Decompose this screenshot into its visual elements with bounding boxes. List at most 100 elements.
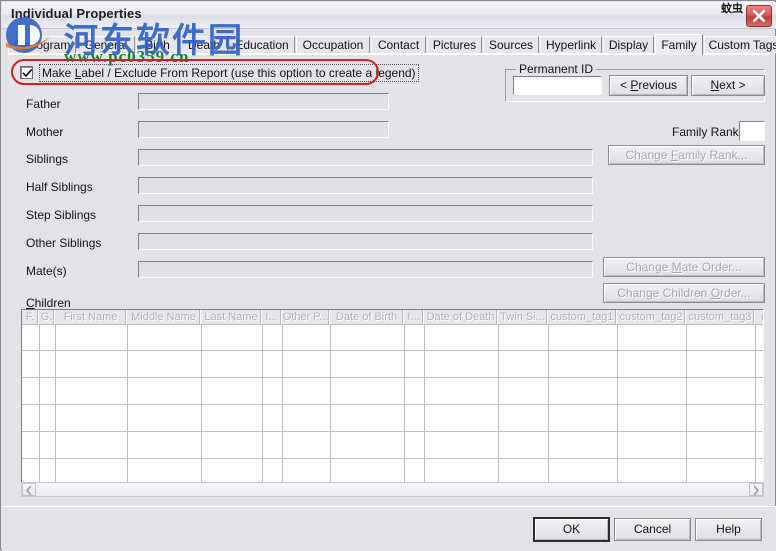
- make-label-suffix: abel / Exclude From Report (use this opt…: [81, 66, 416, 80]
- half-siblings-label: Half Siblings: [26, 180, 93, 194]
- previous-button[interactable]: < Previous: [609, 75, 688, 96]
- column-header-custom-tag3[interactable]: custom_tag3: [686, 310, 755, 325]
- scroll-right-button[interactable]: [749, 483, 763, 496]
- permanent-id-group-title: Permanent ID: [516, 62, 597, 76]
- next-accel: N: [710, 78, 720, 92]
- table-row[interactable]: [22, 433, 763, 459]
- tab-birth[interactable]: Birth: [136, 36, 179, 53]
- children-group-label: Children: [26, 296, 71, 310]
- chevron-right-icon: [750, 485, 762, 500]
- grid-divider: [617, 325, 618, 484]
- column-header-first-name[interactable]: First Name: [55, 310, 127, 325]
- column-header-middle-name[interactable]: Middle Name: [127, 310, 201, 325]
- grid-divider: [424, 325, 425, 484]
- individual-properties-dialog: Individual Properties 蚊虫 Genogram Genera…: [0, 0, 776, 551]
- column-header-other-p[interactable]: Other P...: [282, 310, 330, 325]
- change-children-order-accel: O: [710, 286, 721, 300]
- change-mate-order-accel: M: [671, 260, 682, 274]
- dialog-button-bar: OK Cancel Help: [2, 506, 776, 551]
- change-mate-order-button[interactable]: Change Mate Order...: [603, 257, 765, 277]
- tab-education[interactable]: Education: [229, 36, 295, 53]
- column-header-custom-tag1[interactable]: custom_tag1: [548, 310, 617, 325]
- grid-divider: [498, 325, 499, 484]
- mates-field[interactable]: [138, 261, 593, 278]
- tab-genogram[interactable]: Genogram: [8, 36, 76, 53]
- column-header-twin-si[interactable]: Twin Si...: [498, 310, 548, 325]
- chevron-left-icon: [23, 485, 35, 500]
- tab-family[interactable]: Family: [655, 34, 703, 55]
- change-family-rank-accel: F: [670, 148, 679, 162]
- help-button[interactable]: Help: [695, 518, 762, 541]
- close-button[interactable]: [746, 5, 772, 27]
- tab-display[interactable]: Display: [603, 36, 654, 53]
- grid-divider: [548, 325, 549, 484]
- table-row[interactable]: [22, 379, 763, 405]
- change-family-rank-button[interactable]: Change Family Rank...: [608, 145, 765, 165]
- siblings-field[interactable]: [138, 149, 593, 166]
- step-siblings-field[interactable]: [138, 205, 593, 222]
- grid-divider: [330, 325, 331, 484]
- make-label-prefix: Make: [42, 66, 75, 80]
- half-siblings-field[interactable]: [138, 177, 593, 194]
- tab-pictures[interactable]: Pictures: [427, 36, 482, 53]
- children-grid-hscrollbar[interactable]: [21, 482, 764, 497]
- mates-label: Mate(s): [26, 264, 67, 278]
- make-label-checkbox[interactable]: [20, 66, 33, 79]
- table-row[interactable]: [22, 406, 763, 432]
- title-bar: Individual Properties 蚊虫: [2, 2, 776, 29]
- children-grid[interactable]: F. G. First Name Middle Name Last Name I…: [21, 309, 764, 485]
- next-button[interactable]: Next >: [691, 75, 765, 96]
- mother-field[interactable]: [138, 121, 389, 138]
- cancel-button[interactable]: Cancel: [614, 518, 691, 541]
- change-children-order-button[interactable]: Change Children Order...: [603, 283, 765, 303]
- grid-divider: [127, 325, 128, 484]
- tab-strip: Genogram General Birth Death Education O…: [8, 34, 776, 55]
- column-header-i1[interactable]: I...: [262, 310, 282, 325]
- make-label-text[interactable]: Make Label / Exclude From Report (use th…: [39, 64, 419, 82]
- tab-general[interactable]: General: [77, 36, 135, 53]
- tab-sources[interactable]: Sources: [483, 36, 539, 53]
- siblings-label: Siblings: [26, 152, 69, 166]
- tab-custom-tags[interactable]: Custom Tags: [704, 36, 776, 53]
- column-header-custom-tag4[interactable]: cus: [755, 310, 763, 325]
- column-header-last-name[interactable]: Last Name: [201, 310, 262, 325]
- tab-occupation[interactable]: Occupation: [296, 36, 370, 53]
- other-siblings-label: Other Siblings: [26, 236, 102, 250]
- permanent-id-input[interactable]: [513, 76, 602, 95]
- title-cjk-text: 蚊虫: [721, 3, 743, 15]
- scroll-left-button[interactable]: [22, 483, 36, 496]
- grid-divider: [686, 325, 687, 484]
- grid-divider: [404, 325, 405, 484]
- family-rank-input[interactable]: [739, 121, 765, 141]
- tab-contact[interactable]: Contact: [371, 36, 426, 53]
- grid-divider: [282, 325, 283, 484]
- table-row[interactable]: [22, 352, 763, 378]
- children-grid-header: F. G. First Name Middle Name Last Name I…: [22, 310, 763, 325]
- father-field[interactable]: [138, 93, 389, 110]
- grid-divider: [262, 325, 263, 484]
- grid-divider: [39, 325, 40, 484]
- column-header-date-of-birth[interactable]: Date of Birth: [330, 310, 404, 325]
- children-group-accel: C: [26, 296, 35, 310]
- column-header-g[interactable]: G.: [39, 310, 55, 325]
- previous-accel: P: [630, 78, 639, 92]
- column-header-custom-tag2[interactable]: custom_tag2: [617, 310, 686, 325]
- grid-divider: [201, 325, 202, 484]
- tab-death[interactable]: Death: [180, 36, 228, 53]
- grid-divider: [55, 325, 56, 484]
- ok-button[interactable]: OK: [533, 517, 610, 542]
- father-label: Father: [26, 97, 61, 111]
- grid-divider: [755, 325, 756, 484]
- mother-label: Mother: [26, 125, 64, 139]
- column-header-f[interactable]: F.: [22, 310, 39, 325]
- column-header-date-of-death[interactable]: Date of Death: [424, 310, 498, 325]
- window-title: Individual Properties: [11, 6, 142, 21]
- family-rank-label: Family Rank: [672, 125, 739, 139]
- tab-hyperlink[interactable]: Hyperlink: [540, 36, 602, 53]
- table-row[interactable]: [22, 325, 763, 351]
- other-siblings-field[interactable]: [138, 233, 593, 250]
- step-siblings-label: Step Siblings: [26, 208, 97, 222]
- make-label-row: Make Label / Exclude From Report (use th…: [20, 64, 419, 82]
- family-tab-panel: Make Label / Exclude From Report (use th…: [8, 54, 770, 506]
- column-header-i2[interactable]: I...: [404, 310, 424, 325]
